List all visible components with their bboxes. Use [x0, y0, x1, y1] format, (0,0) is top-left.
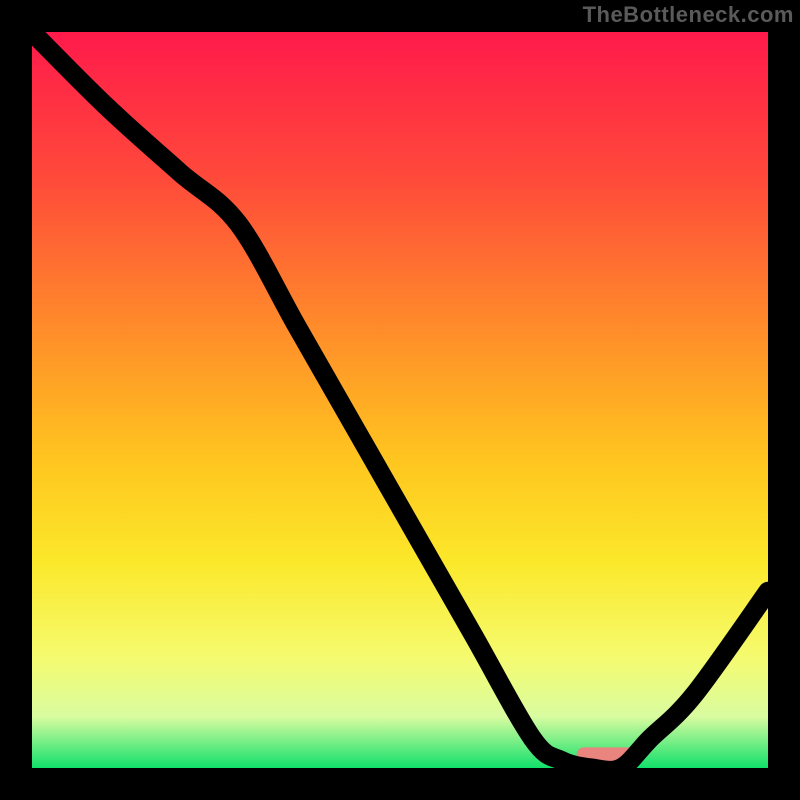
- watermark-text: TheBottleneck.com: [583, 2, 794, 28]
- bottleneck-chart: [32, 32, 768, 768]
- chart-frame: TheBottleneck.com: [0, 0, 800, 800]
